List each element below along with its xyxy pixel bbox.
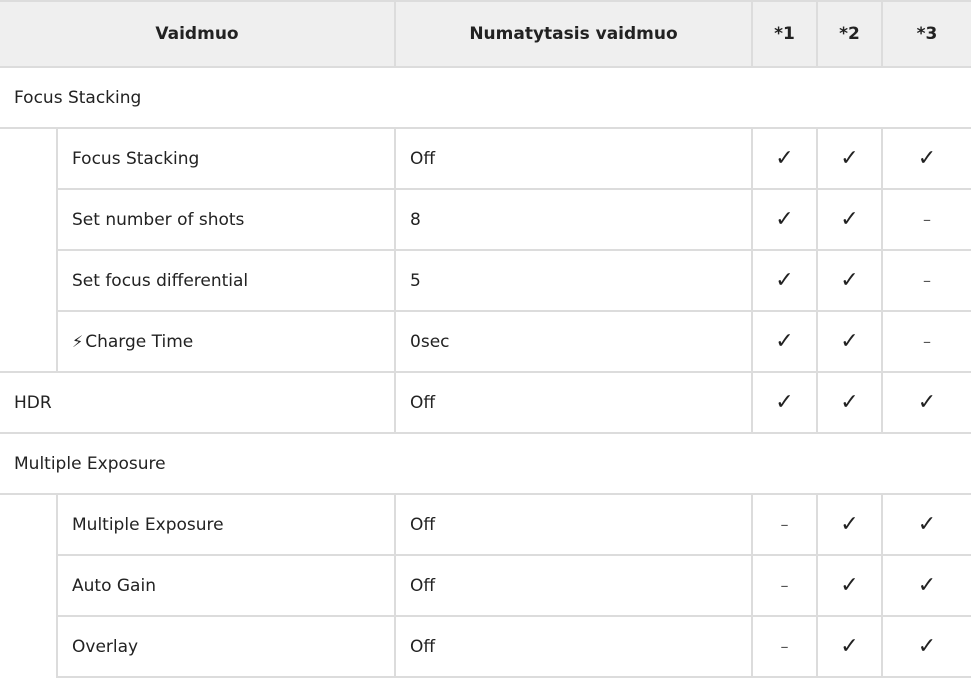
check-icon: ✓ — [881, 371, 971, 434]
table-row: Auto Gain Off – ✓ ✓ — [0, 554, 971, 617]
row-name: ⚡ Charge Time — [55, 310, 397, 373]
check-icon: ✓ — [881, 493, 971, 556]
dash-icon: – — [751, 554, 819, 617]
row-value: 8 — [394, 188, 754, 251]
row-value: 5 — [394, 249, 754, 312]
row-value: Off — [394, 493, 754, 556]
row-name: Multiple Exposure — [55, 493, 397, 556]
table-row: Multiple Exposure Off – ✓ ✓ — [0, 493, 971, 556]
row-name: Set focus differential — [55, 249, 397, 312]
check-icon: ✓ — [816, 554, 884, 617]
table-row: Overlay Off – ✓ ✓ — [0, 615, 971, 678]
check-icon: ✓ — [881, 615, 971, 678]
check-icon: ✓ — [816, 615, 884, 678]
row-value: Off — [394, 615, 754, 678]
check-icon: ✓ — [881, 554, 971, 617]
check-icon: ✓ — [751, 371, 819, 434]
header-col2: *2 — [816, 0, 884, 68]
header-col3: *3 — [881, 0, 971, 68]
dash-icon: – — [881, 249, 971, 312]
group-row: Focus Stacking — [0, 66, 971, 129]
table-header: Vaidmuo Numatytasis vaidmuo *1 *2 *3 — [0, 0, 971, 68]
row-name: HDR — [0, 371, 397, 434]
dash-icon: – — [751, 615, 819, 678]
dash-icon: – — [881, 310, 971, 373]
row-value: 0sec — [394, 310, 754, 373]
row-name: Overlay — [55, 615, 397, 678]
group-label: Multiple Exposure — [0, 432, 971, 495]
settings-table: Vaidmuo Numatytasis vaidmuo *1 *2 *3 Foc… — [0, 0, 971, 678]
flash-icon: ⚡ — [72, 331, 84, 351]
dash-icon: – — [881, 188, 971, 251]
check-icon: ✓ — [751, 249, 819, 312]
group-row: Multiple Exposure — [0, 432, 971, 495]
header-option: Vaidmuo — [0, 0, 397, 68]
check-icon: ✓ — [881, 127, 971, 190]
table-row: Focus Stacking Off ✓ ✓ ✓ — [0, 127, 971, 190]
row-name: Focus Stacking — [55, 127, 397, 190]
dash-icon: – — [751, 493, 819, 556]
check-icon: ✓ — [816, 188, 884, 251]
table-row: HDR Off ✓ ✓ ✓ — [0, 371, 971, 434]
table-row: Set focus differential 5 ✓ ✓ – — [0, 249, 971, 312]
row-name: Set number of shots — [55, 188, 397, 251]
group-label: Focus Stacking — [0, 66, 971, 129]
check-icon: ✓ — [751, 127, 819, 190]
check-icon: ✓ — [751, 310, 819, 373]
row-value: Off — [394, 554, 754, 617]
row-value: Off — [394, 371, 754, 434]
header-col1: *1 — [751, 0, 819, 68]
header-default: Numatytasis vaidmuo — [394, 0, 754, 68]
table-row: Set number of shots 8 ✓ ✓ – — [0, 188, 971, 251]
check-icon: ✓ — [751, 188, 819, 251]
check-icon: ✓ — [816, 249, 884, 312]
table-row: ⚡ Charge Time 0sec ✓ ✓ – — [0, 310, 971, 373]
check-icon: ✓ — [816, 310, 884, 373]
check-icon: ✓ — [816, 127, 884, 190]
row-value: Off — [394, 127, 754, 190]
check-icon: ✓ — [816, 493, 884, 556]
row-name: Auto Gain — [55, 554, 397, 617]
check-icon: ✓ — [816, 371, 884, 434]
